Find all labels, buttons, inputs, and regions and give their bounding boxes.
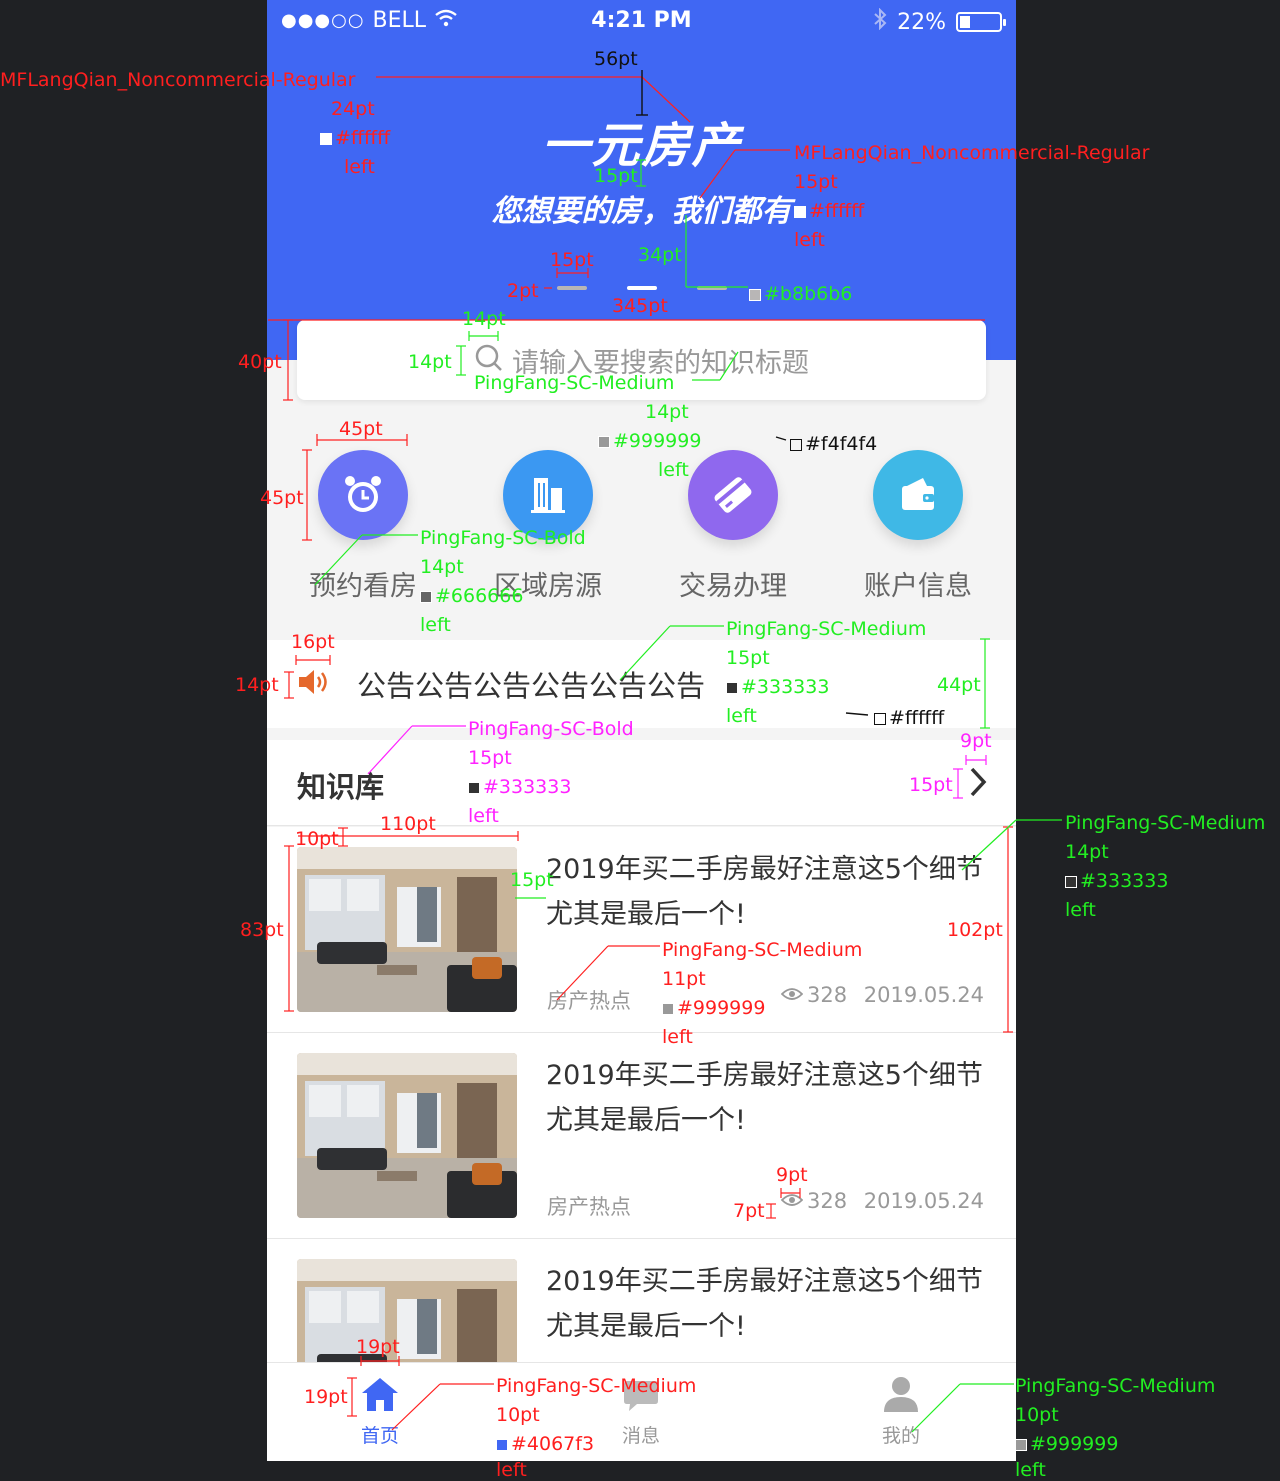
spec-label: left [420, 614, 451, 636]
spec-label: 10pt [1015, 1404, 1059, 1426]
spec-label: left [468, 805, 499, 827]
spec-color: #ffffff [794, 197, 864, 226]
spec-label: PingFang-SC-Medium [474, 372, 675, 394]
spec-color: #b8b6b6 [749, 280, 852, 309]
spec-color: #999999 [598, 427, 701, 456]
spec-label: 45pt [260, 487, 304, 509]
spec-label: 14pt [420, 556, 464, 578]
spec-color: #4067f3 [496, 1430, 594, 1459]
spec-label: left [658, 459, 689, 481]
spec-label: PingFang-SC-Bold [420, 527, 586, 549]
spec-label: PingFang-SC-Medium [662, 939, 863, 961]
spec-label: 11pt [662, 968, 706, 990]
spec-label: left [496, 1459, 527, 1481]
spec-label: 10pt [496, 1404, 540, 1426]
spec-color: #999999 [1015, 1430, 1118, 1459]
spec-label: 45pt [339, 418, 383, 440]
spec-label: 14pt [1065, 841, 1109, 863]
spec-label: 24pt [331, 98, 375, 120]
spec-label: 102pt [947, 919, 1003, 941]
spec-color: #333333 [1065, 867, 1168, 896]
spec-label: left [726, 705, 757, 727]
spec-label: 19pt [304, 1386, 348, 1408]
spec-label: left [1015, 1459, 1046, 1481]
spec-color: #ffffff [874, 704, 944, 733]
spec-label: 40pt [238, 351, 282, 373]
spec-label: 19pt [356, 1336, 400, 1358]
spec-label: 7pt [733, 1200, 765, 1222]
spec-label: 14pt [462, 308, 506, 330]
spec-color: #666666 [420, 582, 523, 611]
spec-label: left [794, 229, 825, 251]
spec-label: MFLangQian_Noncommercial-Regular [794, 142, 1150, 164]
spec-color: #333333 [468, 773, 571, 802]
spec-label: PingFang-SC-Bold [468, 718, 634, 740]
spec-label: left [1065, 899, 1096, 921]
spec-label: left [344, 156, 375, 178]
spec-label: 15pt [468, 747, 512, 769]
spec-label: 345pt [612, 295, 668, 317]
spec-label: left [662, 1026, 693, 1048]
spec-label: PingFang-SC-Medium [726, 618, 927, 640]
annotation-lines [268, 70, 1062, 1433]
spec-label: 15pt [794, 171, 838, 193]
spec-label: 9pt [776, 1164, 808, 1186]
spec-label: 110pt [380, 813, 436, 835]
spec-label: 15pt [726, 647, 770, 669]
spec-color: #333333 [726, 673, 829, 702]
spec-label: MFLangQian_Noncommercial-Regular [0, 69, 356, 91]
spec-label: 14pt [235, 674, 279, 696]
spec-label: 9pt [960, 730, 992, 752]
spec-label: 14pt [408, 351, 452, 373]
spec-label: 83pt [240, 919, 284, 941]
spec-label: 15pt [909, 774, 953, 796]
spec-label: 16pt [291, 631, 335, 653]
spec-label: 14pt [645, 401, 689, 423]
spec-label: 56pt [594, 48, 638, 70]
spec-label: 15pt [510, 869, 554, 891]
spec-label: 34pt [638, 244, 682, 266]
spec-label: 44pt [937, 674, 981, 696]
spec-label: 10pt [295, 828, 339, 850]
spec-label: 15pt [594, 165, 638, 187]
spec-color: #f4f4f4 [790, 430, 877, 459]
spec-label: PingFang-SC-Medium [1065, 812, 1266, 834]
spec-label: 2pt [507, 280, 539, 302]
spec-color: #999999 [662, 994, 765, 1023]
spec-label: 15pt [550, 249, 594, 271]
spec-label: PingFang-SC-Medium [1015, 1375, 1216, 1397]
spec-color: #ffffff [320, 124, 390, 153]
spec-label: PingFang-SC-Medium [496, 1375, 697, 1397]
